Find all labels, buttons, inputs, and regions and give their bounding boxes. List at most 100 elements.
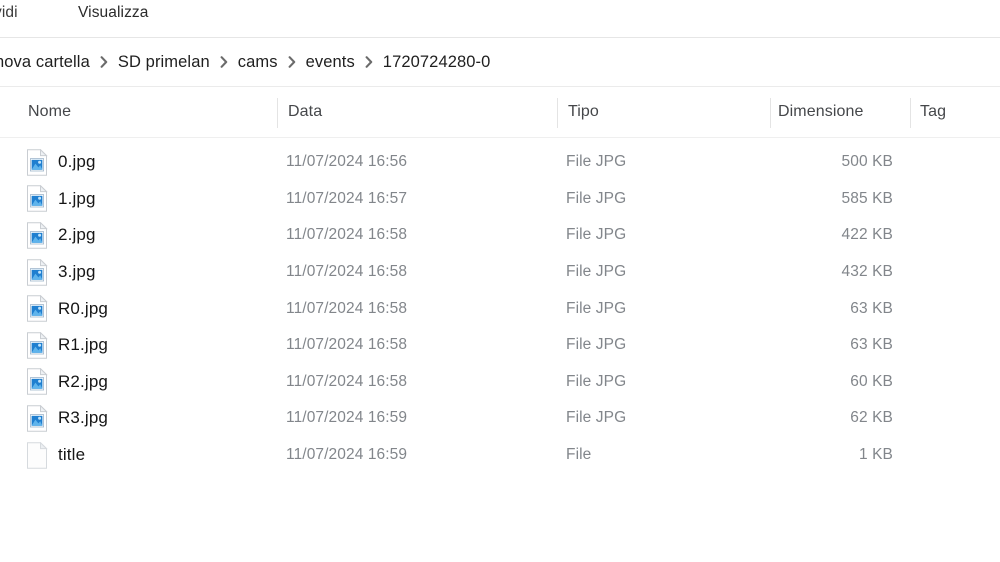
column-separator[interactable]	[770, 98, 771, 128]
file-name-label: 2.jpg	[58, 225, 96, 245]
file-name-label: 3.jpg	[58, 262, 96, 282]
file-name-cell[interactable]: 2.jpg	[26, 217, 274, 254]
column-header-data-label: Data	[288, 103, 323, 120]
breadcrumb-item-sd-primelan[interactable]: SD primelan	[115, 51, 213, 74]
file-name-cell[interactable]: 1.jpg	[26, 181, 274, 218]
jpg-file-icon	[27, 185, 48, 213]
table-row[interactable]: 0.jpg 11/07/2024 16:56 File JPG 500 KB	[0, 144, 1000, 181]
table-row[interactable]: R3.jpg 11/07/2024 16:59 File JPG 62 KB	[0, 400, 1000, 437]
file-name-cell[interactable]: R3.jpg	[26, 400, 274, 437]
file-date-cell: 11/07/2024 16:58	[286, 226, 408, 244]
column-separator[interactable]	[910, 98, 911, 128]
file-type-cell: File JPG	[566, 336, 627, 354]
file-size-cell: 62 KB	[850, 409, 893, 427]
table-row[interactable]: R1.jpg 11/07/2024 16:58 File JPG 63 KB	[0, 327, 1000, 364]
file-name-cell[interactable]: 0.jpg	[26, 144, 274, 181]
file-date-cell: 11/07/2024 16:58	[286, 372, 408, 390]
file-name-label: 0.jpg	[58, 152, 96, 172]
file-name-cell[interactable]: R1.jpg	[26, 327, 274, 364]
file-tag-cell	[918, 327, 988, 364]
file-type-cell: File JPG	[566, 372, 627, 390]
column-header-nome-label: Nome	[28, 103, 72, 120]
file-type-cell: File JPG	[566, 189, 627, 207]
file-date-cell: 11/07/2024 16:58	[286, 336, 408, 354]
file-type-cell: File JPG	[566, 263, 627, 281]
file-date-cell: 11/07/2024 16:58	[286, 263, 408, 281]
file-tag-cell	[918, 144, 988, 181]
table-row[interactable]: 1.jpg 11/07/2024 16:57 File JPG 585 KB	[0, 181, 1000, 218]
column-header-nome[interactable]: Nome	[26, 87, 276, 137]
file-date-cell: 11/07/2024 16:59	[286, 446, 408, 464]
file-type-cell: File JPG	[566, 299, 627, 317]
column-separator[interactable]	[277, 98, 278, 128]
column-header-tipo-label: Tipo	[568, 103, 599, 120]
file-name-label: R1.jpg	[58, 335, 109, 355]
jpg-file-icon	[27, 368, 48, 396]
file-type-cell: File JPG	[566, 409, 627, 427]
menu-bar: vidi Visualizza	[0, 0, 1000, 37]
blank-file-icon	[27, 441, 48, 469]
file-size-cell: 63 KB	[850, 299, 893, 317]
file-tag-cell	[918, 254, 988, 291]
column-separator[interactable]	[557, 98, 558, 128]
file-size-cell: 60 KB	[850, 372, 893, 390]
file-name-label: R0.jpg	[58, 298, 109, 318]
menu-item-condividi[interactable]: vidi	[0, 4, 18, 22]
file-tag-cell	[918, 437, 988, 474]
address-bar[interactable]: nova cartella SD primelan cams events 17…	[0, 38, 1000, 86]
column-header-tag-label: Tag	[920, 103, 947, 120]
chevron-right-icon	[358, 52, 380, 72]
file-date-cell: 11/07/2024 16:59	[286, 409, 408, 427]
jpg-file-icon	[27, 258, 48, 286]
jpg-file-icon	[27, 331, 48, 359]
jpg-file-icon	[27, 148, 48, 176]
file-size-cell: 1 KB	[858, 446, 893, 464]
column-header-row: Nome Data Tipo Dimensione Tag	[0, 87, 1000, 137]
chevron-right-icon	[93, 52, 115, 72]
file-tag-cell	[918, 217, 988, 254]
file-tag-cell	[918, 181, 988, 218]
table-row[interactable]: R0.jpg 11/07/2024 16:58 File JPG 63 KB	[0, 290, 1000, 327]
column-header-dimensione[interactable]: Dimensione	[776, 87, 896, 137]
file-size-cell: 63 KB	[850, 336, 893, 354]
file-date-cell: 11/07/2024 16:57	[286, 189, 408, 207]
chevron-right-icon	[281, 52, 303, 72]
jpg-file-icon	[27, 221, 48, 249]
jpg-file-icon	[27, 295, 48, 322]
file-size-cell: 432 KB	[841, 263, 893, 281]
file-name-cell[interactable]: 3.jpg	[26, 254, 274, 291]
file-type-cell: File JPG	[566, 226, 627, 244]
file-name-label: title	[58, 445, 86, 465]
file-name-cell[interactable]: R2.jpg	[26, 364, 274, 401]
chevron-right-icon	[213, 52, 235, 72]
column-header-dimensione-label: Dimensione	[778, 103, 864, 120]
file-tag-cell	[918, 364, 988, 401]
table-row[interactable]: title 11/07/2024 16:59 File 1 KB	[0, 437, 1000, 474]
file-type-cell: File JPG	[566, 153, 627, 171]
file-name-cell[interactable]: R0.jpg	[26, 290, 274, 327]
breadcrumb-item-cams[interactable]: cams	[235, 51, 281, 74]
file-name-label: R2.jpg	[58, 371, 109, 391]
column-header-tipo[interactable]: Tipo	[566, 87, 756, 137]
table-row[interactable]: R2.jpg 11/07/2024 16:58 File JPG 60 KB	[0, 364, 1000, 401]
breadcrumb-item-events[interactable]: events	[303, 51, 358, 74]
table-row[interactable]: 3.jpg 11/07/2024 16:58 File JPG 432 KB	[0, 254, 1000, 291]
file-tag-cell	[918, 400, 988, 437]
breadcrumb-item-nova-cartella[interactable]: nova cartella	[0, 51, 93, 74]
colheaders-divider	[0, 137, 1000, 138]
file-tag-cell	[918, 290, 988, 327]
breadcrumb-item-current-folder[interactable]: 1720724280-0	[380, 51, 494, 74]
column-header-data[interactable]: Data	[286, 87, 546, 137]
file-list[interactable]: 0.jpg 11/07/2024 16:56 File JPG 500 KB 1.jpg…	[0, 144, 1000, 473]
file-name-cell[interactable]: title	[26, 437, 274, 474]
breadcrumb: nova cartella SD primelan cams events 17…	[0, 38, 493, 86]
file-name-label: 1.jpg	[58, 188, 96, 208]
menu-item-visualizza[interactable]: Visualizza	[78, 4, 149, 22]
column-header-tag[interactable]: Tag	[918, 87, 988, 137]
file-date-cell: 11/07/2024 16:56	[286, 153, 408, 171]
jpg-file-icon	[27, 404, 48, 432]
file-name-label: R3.jpg	[58, 408, 109, 428]
file-date-cell: 11/07/2024 16:58	[286, 299, 408, 317]
table-row[interactable]: 2.jpg 11/07/2024 16:58 File JPG 422 KB	[0, 217, 1000, 254]
file-size-cell: 585 KB	[841, 189, 893, 207]
